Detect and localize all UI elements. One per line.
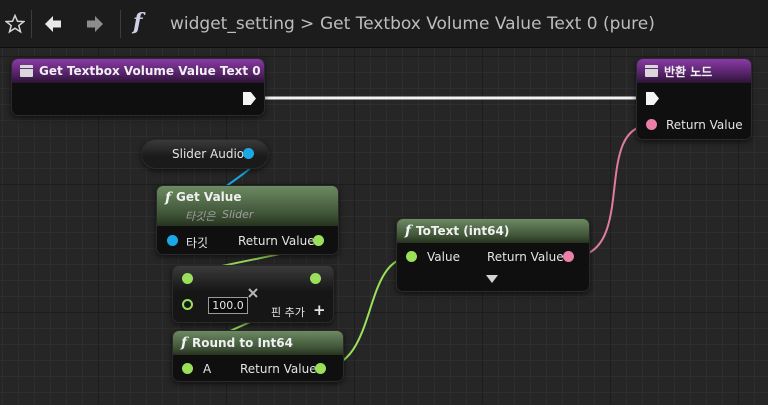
get-value-return-pin[interactable] (313, 235, 324, 246)
return-value-label: Return Value (666, 118, 743, 132)
to-text-return-label: Return Value (487, 250, 564, 264)
function-icon: f (181, 335, 188, 351)
round-return-label: Return Value (240, 362, 317, 376)
return-node-icon (645, 65, 658, 77)
function-icon: f (165, 190, 172, 206)
get-value-target-label: 타깃 (186, 236, 209, 250)
slider-audio-out-pin[interactable] (243, 148, 254, 159)
slider-audio-label: Slider Audio (172, 147, 245, 161)
round-input-a-pin[interactable] (182, 363, 193, 374)
to-text-title: ToText (int64) (416, 224, 510, 238)
return-value-in-pin[interactable] (646, 119, 657, 130)
return-node-title: 반환 노드 (664, 64, 713, 79)
add-pin-label[interactable]: 핀 추가 (271, 304, 305, 320)
add-input-b-pin[interactable] (182, 299, 193, 310)
to-text-value-pin[interactable] (406, 251, 417, 262)
expand-arrow-icon[interactable] (486, 275, 498, 283)
function-entry-title: Get Textbox Volume Value Text 0 (39, 64, 261, 78)
to-text-return-pin[interactable] (563, 251, 574, 262)
add-pin-plus-icon[interactable]: + (313, 301, 326, 319)
round-header: f Round to Int64 (173, 331, 343, 355)
add-input-a-pin[interactable] (182, 273, 193, 284)
return-node-header: 반환 노드 (637, 59, 751, 83)
add-output-pin[interactable] (310, 273, 321, 284)
get-value-target-pin[interactable] (167, 235, 178, 246)
get-value-return-label: Return Value (238, 234, 315, 248)
to-text-value-label: Value (427, 250, 460, 264)
to-text-header: f ToText (int64) (397, 219, 589, 243)
function-icon: f (405, 223, 412, 239)
round-input-a-label: A (203, 362, 212, 376)
round-title: Round to Int64 (192, 336, 293, 350)
function-entry-icon (20, 65, 33, 77)
add-input-b-value[interactable]: 100.0 (208, 297, 248, 314)
function-entry-node[interactable]: Get Textbox Volume Value Text 0 (11, 58, 265, 116)
get-value-title: Get Value (176, 190, 242, 204)
get-value-target-class: Slider (222, 208, 254, 221)
function-entry-header: Get Textbox Volume Value Text 0 (12, 59, 264, 83)
round-return-pin[interactable] (315, 363, 326, 374)
get-value-target-prefix: 타깃은 (185, 210, 216, 223)
close-icon[interactable] (247, 287, 259, 299)
